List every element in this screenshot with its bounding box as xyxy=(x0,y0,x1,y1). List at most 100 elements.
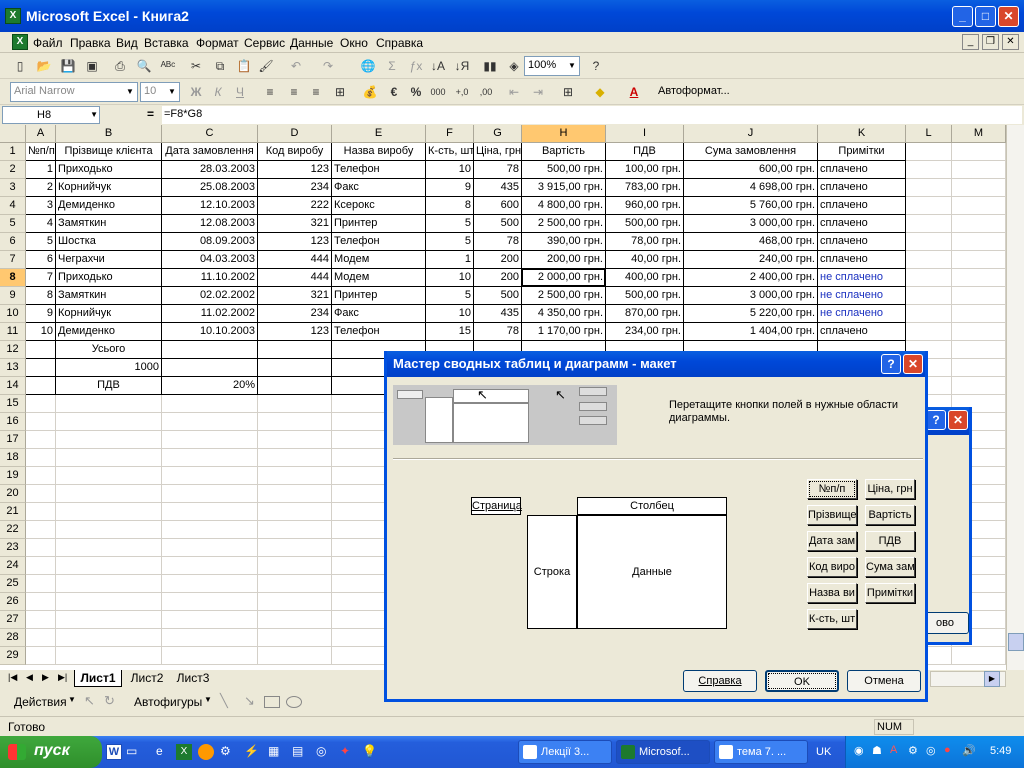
table-cell[interactable]: сплачено xyxy=(818,197,906,215)
table-cell[interactable] xyxy=(952,251,1006,269)
table-cell[interactable]: Приходько xyxy=(56,269,162,287)
table-cell[interactable]: Примітки xyxy=(818,143,906,161)
dialog-close-icon[interactable]: ✕ xyxy=(903,354,923,374)
table-cell[interactable]: 468,00 грн. xyxy=(684,233,818,251)
browser-quicklaunch-icon[interactable]: ◎ xyxy=(316,744,332,760)
table-cell[interactable] xyxy=(906,233,952,251)
excel-app-icon[interactable]: X xyxy=(5,8,21,24)
table-cell[interactable] xyxy=(162,647,258,665)
table-cell[interactable] xyxy=(26,611,56,629)
dialog-help-icon[interactable]: ? xyxy=(881,354,901,374)
table-cell[interactable]: Факс xyxy=(332,305,426,323)
menu-file[interactable]: Файл xyxy=(33,36,63,50)
table-cell[interactable]: Чеграхчи xyxy=(56,251,162,269)
table-cell[interactable]: Телефон xyxy=(332,323,426,341)
column-header[interactable]: M xyxy=(952,125,1006,143)
table-cell[interactable]: 4 xyxy=(26,215,56,233)
open-icon[interactable]: 📂 xyxy=(34,57,54,75)
background-help-icon[interactable]: ? xyxy=(926,410,946,430)
scroll-right-button[interactable]: ▶ xyxy=(984,671,1000,687)
field-button-cost[interactable]: Вартість xyxy=(865,505,915,525)
table-cell[interactable] xyxy=(26,431,56,449)
row-header[interactable]: 29 xyxy=(0,647,26,665)
table-cell[interactable] xyxy=(952,179,1006,197)
autosum-icon[interactable]: Σ xyxy=(382,57,402,75)
row-header[interactable]: 12 xyxy=(0,341,26,359)
row-drop-area[interactable]: Строка xyxy=(527,515,577,629)
table-cell[interactable]: 234 xyxy=(258,305,332,323)
row-header[interactable]: 9 xyxy=(0,287,26,305)
table-cell[interactable] xyxy=(952,377,1006,395)
doc-restore-button[interactable]: ❐ xyxy=(982,34,999,50)
help-icon[interactable]: ? xyxy=(586,57,606,75)
table-cell[interactable]: 500 xyxy=(474,287,522,305)
cancel-button[interactable]: Отмена xyxy=(847,670,921,692)
row-header[interactable]: 4 xyxy=(0,197,26,215)
copy-icon[interactable]: ⧉ xyxy=(210,57,230,75)
table-cell[interactable]: 123 xyxy=(258,161,332,179)
print-preview-icon[interactable]: 🔍 xyxy=(134,57,154,75)
table-cell[interactable]: 100,00 грн. xyxy=(606,161,684,179)
volume-icon[interactable]: 🔊 xyxy=(962,744,976,757)
table-cell[interactable]: Модем xyxy=(332,269,426,287)
table-cell[interactable]: 3 000,00 грн. xyxy=(684,287,818,305)
table-cell[interactable]: 10 xyxy=(426,269,474,287)
table-cell[interactable] xyxy=(952,647,1006,665)
table-cell[interactable]: Модем xyxy=(332,251,426,269)
table-cell[interactable] xyxy=(258,395,332,413)
field-button-product-code[interactable]: Код виро xyxy=(807,557,857,577)
field-button-price[interactable]: Ціна, грн xyxy=(865,479,915,499)
table-cell[interactable]: 78,00 грн. xyxy=(606,233,684,251)
row-header[interactable]: 8 xyxy=(0,269,26,287)
table-cell[interactable] xyxy=(26,359,56,377)
table-cell[interactable] xyxy=(26,593,56,611)
name-box[interactable]: H8 ▼ xyxy=(2,106,100,124)
table-cell[interactable] xyxy=(952,161,1006,179)
formula-input[interactable]: =F8*G8 xyxy=(162,106,1022,124)
hyperlink-icon[interactable]: 🌐 xyxy=(358,57,378,75)
table-cell[interactable]: 200 xyxy=(474,269,522,287)
table-cell[interactable]: не сплачено xyxy=(818,305,906,323)
table-cell[interactable] xyxy=(258,611,332,629)
background-finish-button[interactable]: ово xyxy=(921,612,969,634)
select-pointer-icon[interactable]: ↖ xyxy=(84,693,95,709)
table-cell[interactable] xyxy=(26,395,56,413)
percent-icon[interactable]: % xyxy=(406,83,426,101)
ie-quicklaunch-icon[interactable]: e xyxy=(156,744,172,760)
table-cell[interactable]: Факс xyxy=(332,179,426,197)
table-cell[interactable]: 234 xyxy=(258,179,332,197)
menu-data[interactable]: Данные xyxy=(290,36,333,50)
table-cell[interactable] xyxy=(162,611,258,629)
table-cell[interactable]: 870,00 грн. xyxy=(606,305,684,323)
table-cell[interactable] xyxy=(906,179,952,197)
table-cell[interactable]: 40,00 грн. xyxy=(606,251,684,269)
rotate-icon[interactable]: ↻ xyxy=(104,693,115,709)
table-cell[interactable]: 4 800,00 грн. xyxy=(522,197,606,215)
table-cell[interactable]: Демиденко xyxy=(56,323,162,341)
row-header[interactable]: 21 xyxy=(0,503,26,521)
table-cell[interactable]: 5 xyxy=(26,233,56,251)
table-cell[interactable] xyxy=(162,341,258,359)
table-cell[interactable]: 1 404,00 грн. xyxy=(684,323,818,341)
row-header[interactable]: 6 xyxy=(0,233,26,251)
table-cell[interactable]: №п/п xyxy=(26,143,56,161)
table-cell[interactable]: 5 xyxy=(426,215,474,233)
new-icon[interactable]: ▯ xyxy=(10,57,30,75)
underline-icon[interactable]: Ч xyxy=(230,83,250,101)
table-cell[interactable]: Корнийчук xyxy=(56,305,162,323)
table-cell[interactable] xyxy=(56,557,162,575)
row-header[interactable]: 15 xyxy=(0,395,26,413)
app-quicklaunch-icon[interactable]: ⚙ xyxy=(220,744,236,760)
table-cell[interactable]: 600,00 грн. xyxy=(684,161,818,179)
table-cell[interactable] xyxy=(162,449,258,467)
table-cell[interactable] xyxy=(952,341,1006,359)
table-cell[interactable] xyxy=(162,485,258,503)
column-header[interactable]: K xyxy=(818,125,906,143)
taskbar-item-lectures[interactable]: Лекції 3... xyxy=(518,740,612,764)
table-cell[interactable] xyxy=(162,521,258,539)
field-button-vat[interactable]: ПДВ xyxy=(865,531,915,551)
table-cell[interactable] xyxy=(162,431,258,449)
column-header[interactable]: G xyxy=(474,125,522,143)
menu-window[interactable]: Окно xyxy=(340,36,368,50)
row-header[interactable]: 1 xyxy=(0,143,26,161)
